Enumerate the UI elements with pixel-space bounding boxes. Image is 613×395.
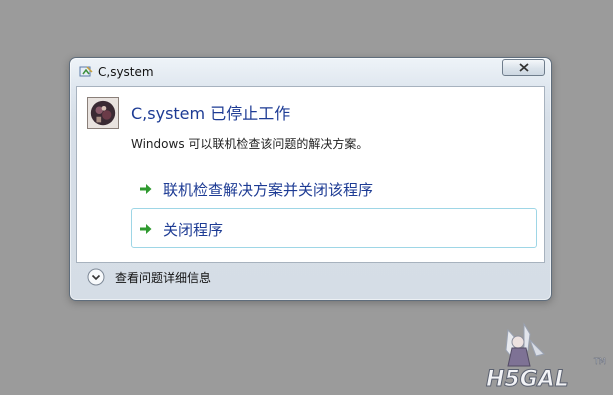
svg-text:TM: TM xyxy=(593,357,606,366)
error-dialog: C,system C,system 已停止工作 Windows 可以联机检查该问… xyxy=(69,57,552,301)
svg-text:H5GAL: H5GAL xyxy=(486,367,569,392)
title-bar[interactable]: C,system xyxy=(70,58,551,86)
view-problem-details-toggle[interactable]: 查看问题详细信息 xyxy=(78,265,378,289)
command-label: 联机检查解决方案并关闭该程序 xyxy=(163,181,374,199)
close-button[interactable] xyxy=(502,59,545,76)
app-window-icon xyxy=(79,66,93,77)
details-label: 查看问题详细信息 xyxy=(115,271,212,285)
green-arrow-icon xyxy=(140,184,152,194)
check-online-and-close-button[interactable]: 联机检查解决方案并关闭该程序 xyxy=(131,168,537,208)
window-title: C,system xyxy=(98,65,154,79)
green-arrow-icon xyxy=(140,224,152,234)
dialog-description: Windows 可以联机检查该问题的解决方案。 xyxy=(131,137,369,151)
chevron-down-icon xyxy=(87,268,105,286)
close-icon xyxy=(518,63,529,72)
close-program-button[interactable]: 关闭程序 xyxy=(131,208,537,248)
h5gal-watermark-logo: H5GAL TM xyxy=(486,322,606,392)
command-label: 关闭程序 xyxy=(163,221,224,239)
dialog-content: C,system 已停止工作 Windows 可以联机检查该问题的解决方案。 联… xyxy=(76,86,545,263)
dialog-heading: C,system 已停止工作 xyxy=(131,104,291,123)
program-icon xyxy=(87,97,119,129)
